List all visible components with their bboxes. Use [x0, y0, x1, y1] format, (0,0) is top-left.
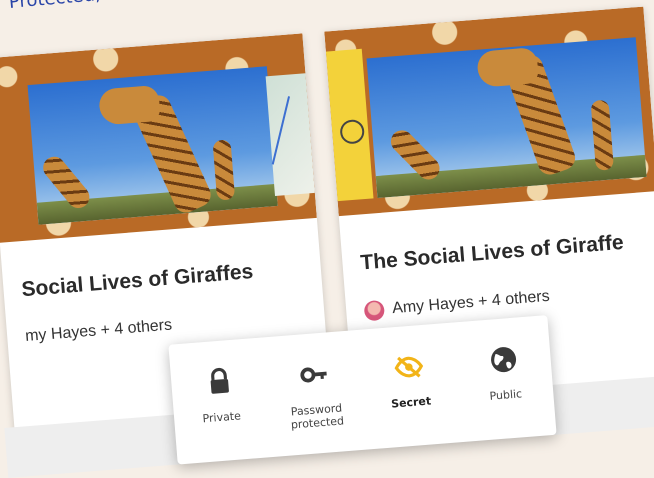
option-public[interactable]: Public [462, 342, 546, 405]
card-banner [324, 6, 654, 217]
author-text: my Hayes + 4 others [24, 316, 173, 346]
giraffe-photo [366, 37, 647, 199]
globe-icon [490, 347, 516, 373]
card-title: The Social Lives of Giraffe [359, 230, 625, 275]
card-banner [0, 33, 317, 243]
option-label: Secret [390, 394, 432, 411]
screenshot-scene: Social Lives of Giraffes my Hayes + 4 ot… [0, 6, 654, 478]
caption-text: Protected, Totally Private, and Us [8, 0, 306, 13]
option-label: Private [202, 409, 242, 426]
option-password-protected[interactable]: Password protected [273, 356, 358, 432]
eye-off-icon [394, 356, 423, 378]
card-author: my Hayes + 4 others [25, 317, 173, 346]
avatar [363, 299, 386, 322]
option-secret[interactable]: Secret [367, 349, 451, 412]
option-label: Public [489, 387, 523, 403]
giraffe-photo [27, 66, 278, 225]
lock-icon [210, 368, 229, 394]
key-icon [299, 367, 327, 383]
author-text: Amy Hayes + 4 others [391, 287, 551, 318]
card-title: Social Lives of Giraffes [20, 260, 255, 302]
option-private[interactable]: Private [178, 364, 262, 427]
map-thumbnail [265, 73, 315, 197]
option-label: Password protected [290, 401, 345, 432]
